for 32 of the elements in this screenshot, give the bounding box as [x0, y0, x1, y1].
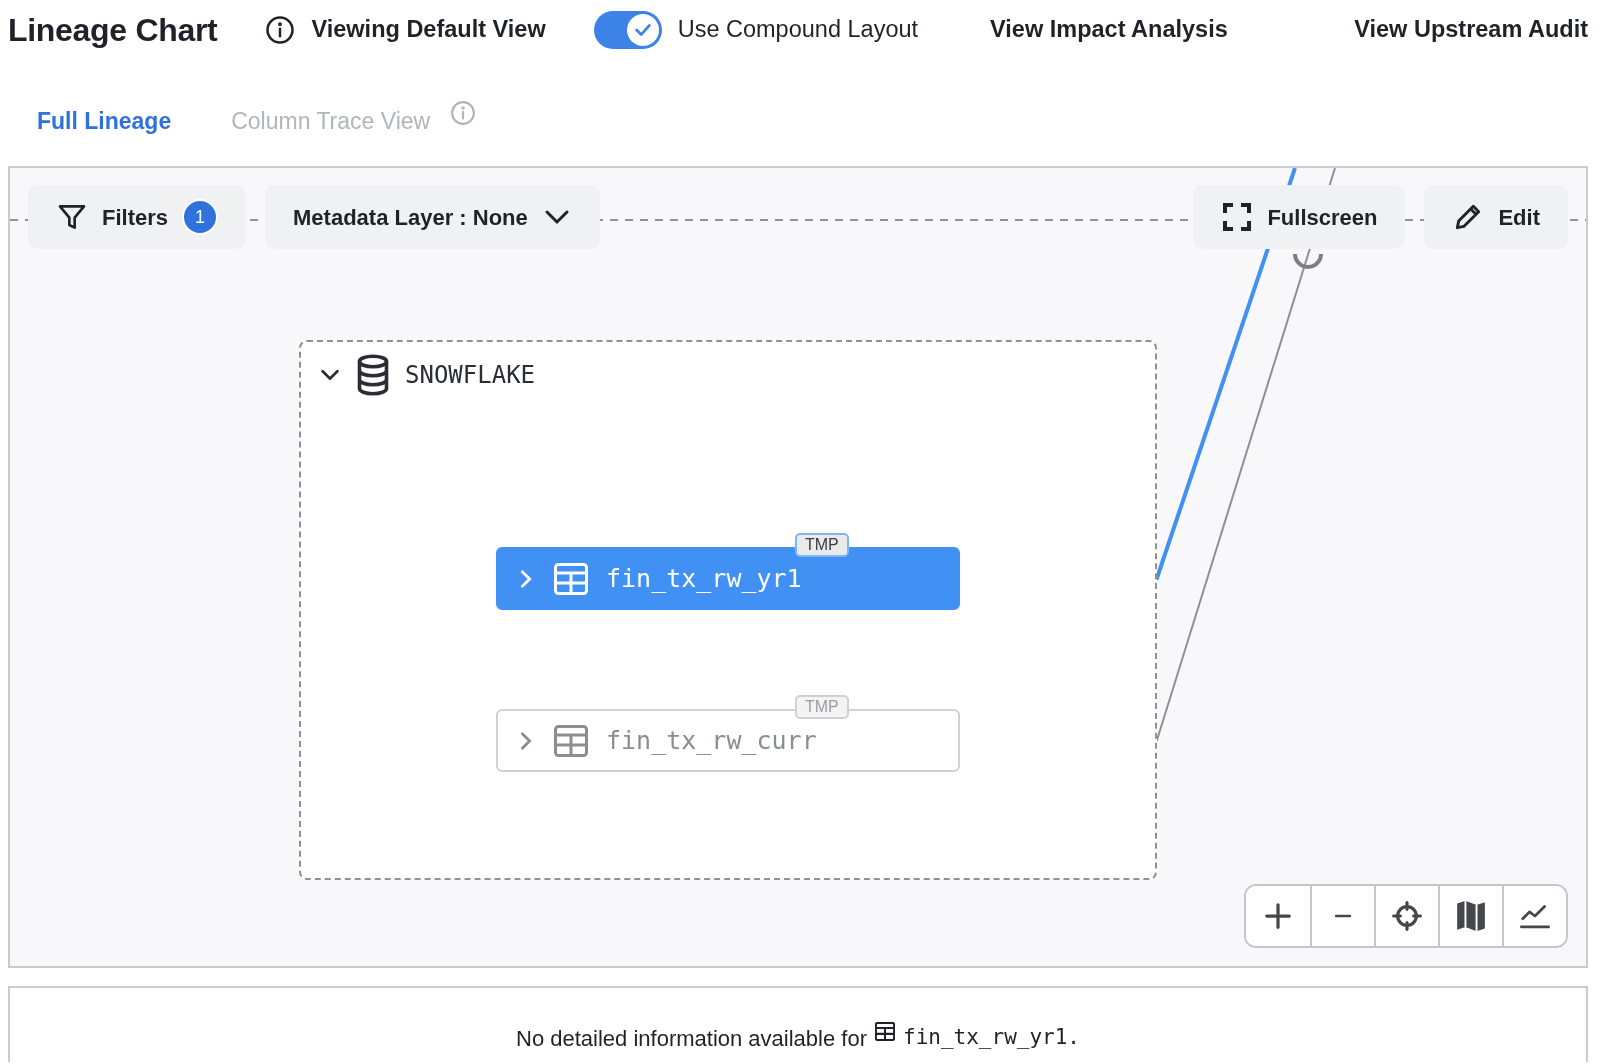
header-link[interactable]: View Impact Analysis [966, 12, 1228, 48]
table-icon [875, 1022, 895, 1041]
entity-name: fin_tx_rw_yr1. [903, 1024, 1080, 1051]
info-icon [265, 15, 296, 45]
fullscreen-button[interactable]: Fullscreen [1193, 185, 1406, 249]
edit-button[interactable]: Edit [1424, 185, 1568, 249]
fullscreen-icon [1221, 201, 1254, 233]
page-title: Lineage Chart [8, 10, 218, 50]
view-label: Viewing Default View [311, 15, 546, 45]
tab[interactable]: Full Lineage [37, 104, 172, 139]
header-link[interactable]: View Upstream Audit [1354, 12, 1588, 48]
canvas-control-button[interactable] [1502, 886, 1566, 946]
zoom-out-icon [1334, 914, 1352, 918]
metadata-layer-dropdown[interactable]: Metadata Layer : None [265, 185, 600, 249]
tmp-tag: TMP [795, 533, 849, 557]
crosshair-icon [1391, 900, 1423, 932]
toggle-label: Use Compound Layout [677, 15, 919, 45]
node-name: fin_tx_rw_curr [606, 724, 817, 757]
table-icon [554, 562, 588, 595]
edge-handle[interactable] [1293, 253, 1323, 269]
node-name: fin_tx_rw_yr1 [606, 562, 802, 595]
count-badge: 1 [182, 199, 219, 235]
group-name: SNOWFLAKE [405, 360, 536, 391]
info-icon [450, 100, 477, 126]
zoom-in-icon [1263, 901, 1293, 931]
tmp-tag: TMP [795, 695, 849, 719]
map-icon [1454, 898, 1488, 934]
database-icon [355, 354, 391, 396]
toggle-switch[interactable] [593, 11, 662, 49]
table-icon [554, 724, 588, 757]
detail-message: No detailed information available for [516, 1025, 867, 1053]
filters-button[interactable]: Filters 1 [28, 185, 247, 249]
